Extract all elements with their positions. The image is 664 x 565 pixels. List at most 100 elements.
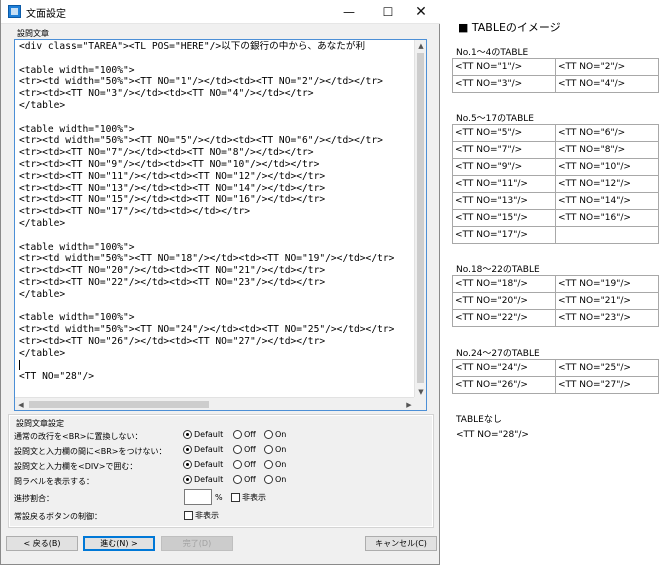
- editor-line: <tr><td><TT NO="7"/></td><td><TT NO="8"/…: [19, 147, 314, 159]
- no-table-item: <TT NO="28"/>: [456, 430, 529, 440]
- setting-label: 設問文と入力欄を<DIV>で囲む：: [14, 462, 138, 471]
- table-cell: <TT NO="26"/>: [452, 376, 556, 394]
- editor-line: <table width="100%">: [19, 123, 135, 135]
- table-cell: <TT NO="21"/>: [555, 292, 659, 310]
- editor-line: <tr><td><TT NO="20"/></td><td><TT NO="21…: [19, 265, 326, 277]
- settings-label: 設問文章設定: [16, 419, 64, 428]
- table-cell: <TT NO="15"/>: [452, 209, 556, 227]
- table-row: <TT NO="26"/> <TT NO="27"/>: [452, 376, 659, 394]
- radio-dot-icon: [264, 460, 273, 469]
- table-cell: <TT NO="11"/>: [452, 175, 556, 193]
- scroll-up-icon[interactable]: ▲: [415, 40, 427, 52]
- progress-hide-checkbox[interactable]: 非表示: [231, 492, 266, 503]
- table-row: <TT NO="24"/> <TT NO="25"/>: [452, 359, 659, 377]
- question-text-editor[interactable]: <div class="TAREA"><TL POS="HERE"/>以下の銀行…: [14, 39, 427, 411]
- setting-row-progress: 進捗割合： % 非表示: [14, 489, 424, 505]
- table-cell: <TT NO="20"/>: [452, 292, 556, 310]
- reference-table-1-4: <TT NO="1"/> <TT NO="2"/> <TT NO="3"/> <TT …: [452, 58, 659, 93]
- radio-default[interactable]: Default: [183, 445, 223, 454]
- next-button[interactable]: 進む(N) >: [83, 536, 155, 551]
- editor-text[interactable]: <div class="TAREA"><TL POS="HERE"/>以下の銀行…: [19, 41, 413, 396]
- radio-default[interactable]: Default: [183, 430, 223, 439]
- radio-dot-icon: [264, 475, 273, 484]
- radio-dot-icon: [233, 430, 242, 439]
- table-cell: <TT NO="3"/>: [452, 75, 556, 93]
- setting-row-div-wrap: 設問文と入力欄を<DIV>で囲む： Default Off On: [14, 459, 424, 473]
- horizontal-scrollbar[interactable]: ◀ ▶: [15, 397, 415, 410]
- horizontal-scroll-thumb[interactable]: [29, 401, 209, 408]
- editor-line: <tr><td width="50%"><TT NO="5"/></td><td…: [19, 135, 383, 147]
- radio-default[interactable]: Default: [183, 475, 223, 484]
- table-cell: <TT NO="17"/>: [452, 226, 556, 244]
- editor-line: </table>: [19, 99, 66, 111]
- table-row: <TT NO="5"/> <TT NO="6"/>: [452, 124, 659, 142]
- back-button[interactable]: < 戻る(B): [6, 536, 78, 551]
- editor-line: <table width="100%">: [19, 241, 135, 253]
- group-heading: No.24～27のTABLE: [456, 349, 540, 359]
- radio-off[interactable]: Off: [233, 460, 256, 469]
- editor-line: </table>: [19, 217, 66, 229]
- radio-off[interactable]: Off: [233, 430, 256, 439]
- editor-line: <table width="100%">: [19, 64, 135, 76]
- group-heading: No.18～22のTABLE: [456, 265, 540, 275]
- table-row: <TT NO="15"/> <TT NO="16"/>: [452, 209, 659, 227]
- editor-line: </table>: [19, 347, 66, 359]
- back-button-hide-checkbox[interactable]: 非表示: [184, 510, 219, 521]
- cancel-button[interactable]: キャンセル(C): [365, 536, 437, 551]
- table-row: <TT NO="9"/> <TT NO="10"/>: [452, 158, 659, 176]
- editor-line: <tr><td><TT NO="9"/></td><td><TT NO="10"…: [19, 158, 320, 170]
- table-cell: <TT NO="19"/>: [555, 275, 659, 293]
- reference-table-5-17: <TT NO="5"/> <TT NO="6"/> <TT NO="7"/> <TT …: [452, 124, 659, 244]
- minimize-button[interactable]: —: [330, 0, 368, 24]
- editor-line: <tr><td width="50%"><TT NO="1"/></td><td…: [19, 76, 383, 88]
- radio-dot-icon: [183, 460, 192, 469]
- table-cell: <TT NO="18"/>: [452, 275, 556, 293]
- finish-button[interactable]: 完了(D): [161, 536, 233, 551]
- text-caret: [19, 359, 20, 370]
- table-row: <TT NO="3"/> <TT NO="4"/>: [452, 75, 659, 93]
- radio-off[interactable]: Off: [233, 475, 256, 484]
- back-control-label: 常設戻るボタンの制御：: [14, 512, 102, 521]
- setting-label: 問ラベルを表示する：: [14, 477, 94, 486]
- radio-on[interactable]: On: [264, 475, 286, 484]
- editor-line: <tr><td><TT NO="17"/></td><td></td></tr>: [19, 206, 251, 218]
- checkbox-icon: [231, 493, 240, 502]
- table-cell: <TT NO="12"/>: [555, 175, 659, 193]
- title-bar[interactable]: 文面設定 — ☐ ✕: [1, 0, 440, 24]
- radio-on[interactable]: On: [264, 460, 286, 469]
- vertical-scrollbar[interactable]: ▲ ▼: [414, 40, 426, 398]
- setting-label: 設問文と入力欄の間に<BR>をつけない：: [14, 447, 167, 456]
- vertical-scroll-thumb[interactable]: [417, 53, 424, 383]
- scroll-left-icon[interactable]: ◀: [15, 398, 27, 411]
- table-cell: <TT NO="16"/>: [555, 209, 659, 227]
- radio-dot-icon: [233, 475, 242, 484]
- reference-table-18-22: <TT NO="18"/> <TT NO="19"/> <TT NO="20"/> <…: [452, 275, 659, 327]
- editor-line: <TT NO="28"/>: [19, 371, 95, 383]
- table-row: <TT NO="7"/> <TT NO="8"/>: [452, 141, 659, 159]
- setting-row-br-between: 設問文と入力欄の間に<BR>をつけない： Default Off On: [14, 444, 424, 458]
- radio-default[interactable]: Default: [183, 460, 223, 469]
- close-button[interactable]: ✕: [402, 0, 440, 24]
- progress-input[interactable]: [184, 489, 212, 505]
- radio-off[interactable]: Off: [233, 445, 256, 454]
- settings-window: 文面設定 — ☐ ✕ 設問文章 <div class="TAREA"><TL P…: [0, 0, 440, 565]
- group-heading: No.1～4のTABLE: [456, 48, 529, 58]
- table-cell: <TT NO="9"/>: [452, 158, 556, 176]
- radio-dot-icon: [233, 460, 242, 469]
- table-row: <TT NO="18"/> <TT NO="19"/>: [452, 275, 659, 293]
- editor-line: [19, 359, 413, 372]
- table-cell: <TT NO="7"/>: [452, 141, 556, 159]
- editor-line: <tr><td><TT NO="15"/></td><td><TT NO="16…: [19, 194, 326, 206]
- editor-line: <tr><td><TT NO="11"/></td><td><TT NO="12…: [19, 170, 326, 182]
- radio-on[interactable]: On: [264, 445, 286, 454]
- table-row: <TT NO="13"/> <TT NO="14"/>: [452, 192, 659, 210]
- table-row: <TT NO="17"/>: [452, 226, 659, 244]
- table-row: <TT NO="1"/> <TT NO="2"/>: [452, 58, 659, 76]
- table-row: <TT NO="11"/> <TT NO="12"/>: [452, 175, 659, 193]
- editor-line: <tr><td><TT NO="13"/></td><td><TT NO="14…: [19, 182, 326, 194]
- radio-on[interactable]: On: [264, 430, 286, 439]
- setting-label: 通常の改行を<BR>に置換しない：: [14, 432, 143, 441]
- percent-unit: %: [215, 493, 223, 502]
